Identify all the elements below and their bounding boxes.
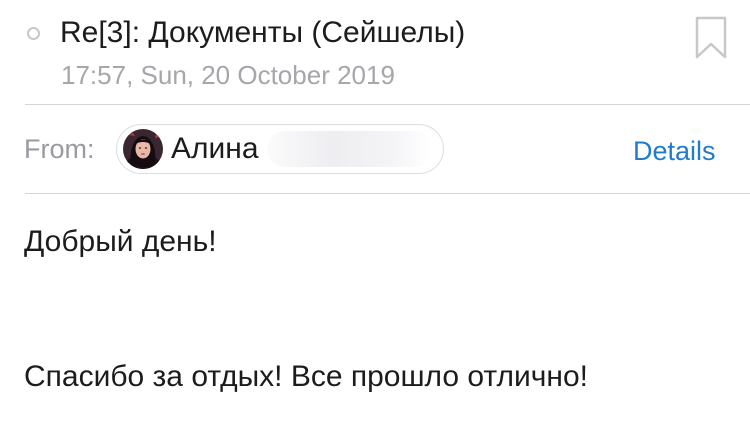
circle-outline-icon[interactable] (27, 27, 40, 40)
details-link[interactable]: Details (633, 133, 716, 169)
avatar (123, 129, 163, 169)
header-divider (25, 104, 750, 105)
sender-name: Алина (171, 132, 259, 165)
from-label: From: (24, 134, 95, 164)
message-date: 17:57, Sun, 20 October 2019 (61, 60, 395, 90)
redacted-email-blur (267, 131, 432, 167)
message-subject: Re[3]: Документы (Сейшелы) (60, 16, 466, 49)
bookmark-icon[interactable] (694, 16, 728, 60)
sender-chip[interactable]: Алина (116, 124, 444, 174)
message-body-line: Добрый день! (24, 225, 217, 258)
message-header: Re[3]: Документы (Сейшелы) 17:57, Sun, 2… (0, 0, 750, 105)
sender-divider (25, 193, 750, 194)
message-body-line: Спасибо за отдых! Все прошло отлично! (24, 360, 588, 393)
